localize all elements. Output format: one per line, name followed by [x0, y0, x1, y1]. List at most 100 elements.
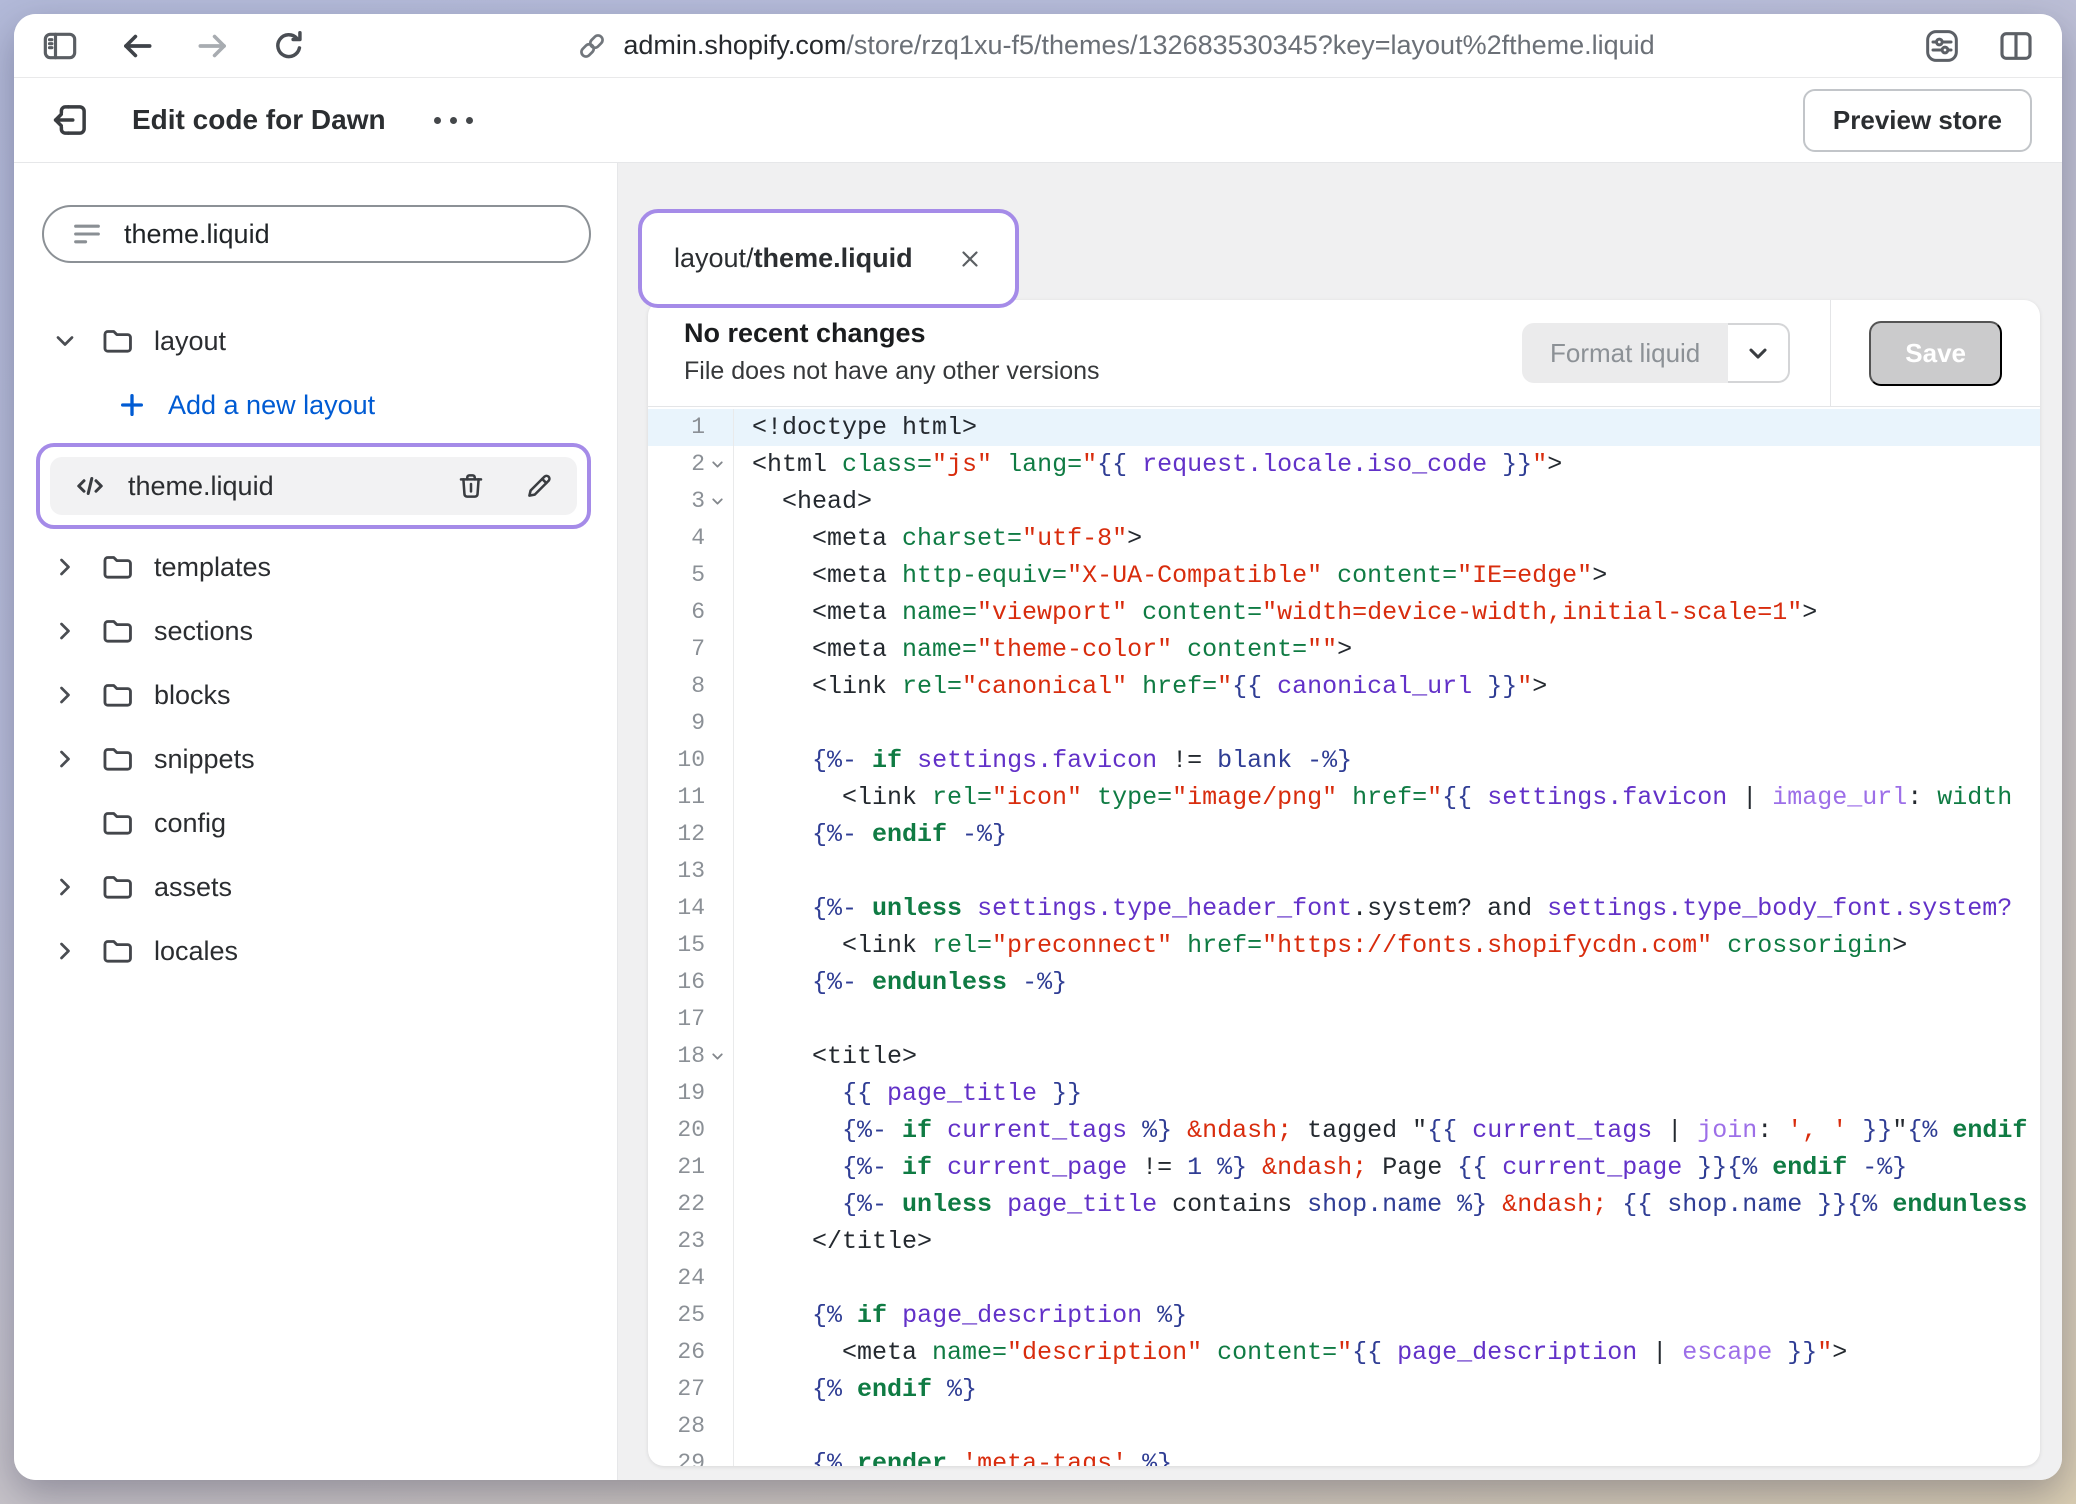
sidebar-item-sections[interactable]: sections	[42, 599, 591, 663]
back-icon[interactable]	[118, 27, 156, 65]
code-text: {%- unless page_title contains shop.name…	[734, 1186, 2040, 1223]
code-line-15[interactable]: 15 <link rel="preconnect" href="https://…	[648, 927, 2040, 964]
folder-icon	[100, 678, 134, 712]
line-number: 21	[648, 1149, 734, 1186]
code-line-24[interactable]: 24	[648, 1260, 2040, 1297]
code-editor[interactable]: 1<!doctype html>2<html class="js" lang="…	[648, 407, 2040, 1466]
sidebar-item-locales[interactable]: locales	[42, 919, 591, 983]
reload-icon[interactable]	[270, 27, 308, 65]
chevron-right-icon[interactable]	[50, 873, 80, 901]
search-input[interactable]	[124, 219, 563, 250]
code-text: {%- if current_page != 1 %} &ndash; Page…	[734, 1149, 2040, 1186]
code-line-8[interactable]: 8 <link rel="canonical" href="{{ canonic…	[648, 668, 2040, 705]
forward-icon[interactable]	[194, 27, 232, 65]
code-text: <html class="js" lang="{{ request.locale…	[734, 446, 2040, 483]
code-text: <link rel="canonical" href="{{ canonical…	[734, 668, 2040, 705]
save-button[interactable]: Save	[1869, 321, 2002, 386]
code-line-18[interactable]: 18 <title>	[648, 1038, 2040, 1075]
more-actions-icon[interactable]	[434, 117, 473, 124]
code-line-22[interactable]: 22 {%- unless page_title contains shop.n…	[648, 1186, 2040, 1223]
sidebar-item-theme.liquid[interactable]: theme.liquid	[50, 457, 577, 515]
code-text	[734, 1001, 2040, 1038]
sidebar-item-snippets[interactable]: snippets	[42, 727, 591, 791]
code-line-19[interactable]: 19 {{ page_title }}	[648, 1075, 2040, 1112]
line-number: 29	[648, 1445, 734, 1466]
sidebar-toggle-icon[interactable]	[40, 26, 80, 66]
code-line-13[interactable]: 13	[648, 853, 2040, 890]
code-line-21[interactable]: 21 {%- if current_page != 1 %} &ndash; P…	[648, 1149, 2040, 1186]
split-view-icon[interactable]	[1996, 26, 2036, 66]
line-number: 27	[648, 1371, 734, 1408]
fold-icon[interactable]	[705, 456, 729, 473]
code-line-12[interactable]: 12 {%- endif -%}	[648, 816, 2040, 853]
sidebar-item-add-a-new-layout[interactable]: Add a new layout	[42, 373, 591, 437]
code-line-16[interactable]: 16 {%- endunless -%}	[648, 964, 2040, 1001]
editor-card: No recent changes File does not have any…	[648, 300, 2040, 1466]
code-line-3[interactable]: 3 <head>	[648, 483, 2040, 520]
preview-store-button[interactable]: Preview store	[1803, 89, 2032, 152]
url-text: admin.shopify.com/store/rzq1xu-f5/themes…	[623, 30, 1654, 61]
code-line-17[interactable]: 17	[648, 1001, 2040, 1038]
code-line-28[interactable]: 28	[648, 1408, 2040, 1445]
fold-icon[interactable]	[705, 1048, 729, 1065]
fold-icon[interactable]	[705, 493, 729, 510]
version-title: No recent changes	[684, 318, 1522, 349]
code-line-1[interactable]: 1<!doctype html>	[648, 409, 2040, 446]
line-number: 26	[648, 1334, 734, 1371]
close-tab-icon[interactable]	[957, 246, 983, 272]
delete-file-icon[interactable]	[455, 470, 487, 502]
version-subtitle: File does not have any other versions	[684, 357, 1522, 386]
code-line-6[interactable]: 6 <meta name="viewport" content="width=d…	[648, 594, 2040, 631]
code-line-29[interactable]: 29 {% render 'meta-tags' %}	[648, 1445, 2040, 1466]
chevron-right-icon[interactable]	[50, 617, 80, 645]
code-text: {% if page_description %}	[734, 1297, 2040, 1334]
code-line-2[interactable]: 2<html class="js" lang="{{ request.local…	[648, 446, 2040, 483]
item-label: config	[154, 808, 226, 839]
chevron-right-icon[interactable]	[50, 937, 80, 965]
code-line-11[interactable]: 11 <link rel="icon" type="image/png" hre…	[648, 779, 2040, 816]
annotation-ring: layout/theme.liquid	[638, 209, 1019, 308]
sidebar-item-config[interactable]: config	[42, 791, 591, 855]
line-number: 24	[648, 1260, 734, 1297]
format-options-button[interactable]	[1728, 323, 1790, 383]
chevron-right-icon[interactable]	[50, 745, 80, 773]
sidebar-item-templates[interactable]: templates	[42, 535, 591, 599]
code-text: {%- if settings.favicon != blank -%}	[734, 742, 2040, 779]
code-line-9[interactable]: 9	[648, 705, 2040, 742]
sidebar-item-assets[interactable]: assets	[42, 855, 591, 919]
address-bar[interactable]: admin.shopify.com/store/rzq1xu-f5/themes…	[308, 29, 1922, 63]
sidebar-item-layout[interactable]: layout	[42, 309, 591, 373]
line-number: 13	[648, 853, 734, 890]
version-bar: No recent changes File does not have any…	[648, 300, 2040, 407]
exit-editor-icon[interactable]	[50, 99, 92, 141]
code-line-23[interactable]: 23 </title>	[648, 1223, 2040, 1260]
code-line-5[interactable]: 5 <meta http-equiv="X-UA-Compatible" con…	[648, 557, 2040, 594]
rename-file-icon[interactable]	[523, 470, 555, 502]
code-line-4[interactable]: 4 <meta charset="utf-8">	[648, 520, 2040, 557]
code-line-25[interactable]: 25 {% if page_description %}	[648, 1297, 2040, 1334]
file-sidebar: layoutAdd a new layout theme.liquid templa…	[14, 163, 618, 1480]
item-label: templates	[154, 552, 271, 583]
code-line-20[interactable]: 20 {%- if current_tags %} &ndash; tagged…	[648, 1112, 2040, 1149]
code-text: </title>	[734, 1223, 2040, 1260]
code-line-14[interactable]: 14 {%- unless settings.type_header_font.…	[648, 890, 2040, 927]
page-settings-icon[interactable]	[1922, 26, 1962, 66]
sidebar-item-blocks[interactable]: blocks	[42, 663, 591, 727]
chevron-right-icon[interactable]	[50, 553, 80, 581]
line-number: 23	[648, 1223, 734, 1260]
file-search[interactable]	[42, 205, 591, 263]
chevron-down-icon[interactable]	[50, 327, 80, 355]
code-line-27[interactable]: 27 {% endif %}	[648, 1371, 2040, 1408]
code-line-26[interactable]: 26 <meta name="description" content="{{ …	[648, 1334, 2040, 1371]
code-text: {%- if current_tags %} &ndash; tagged "{…	[734, 1112, 2040, 1149]
code-text: <meta name="description" content="{{ pag…	[734, 1334, 2040, 1371]
code-line-10[interactable]: 10 {%- if settings.favicon != blank -%}	[648, 742, 2040, 779]
code-text: <head>	[734, 483, 2040, 520]
item-label: sections	[154, 616, 253, 647]
format-liquid-button[interactable]: Format liquid	[1522, 323, 1728, 383]
chevron-right-icon[interactable]	[50, 681, 80, 709]
code-line-7[interactable]: 7 <meta name="theme-color" content="">	[648, 631, 2040, 668]
line-number: 10	[648, 742, 734, 779]
line-number: 9	[648, 705, 734, 742]
tab-theme-liquid[interactable]: layout/theme.liquid	[652, 221, 1005, 300]
